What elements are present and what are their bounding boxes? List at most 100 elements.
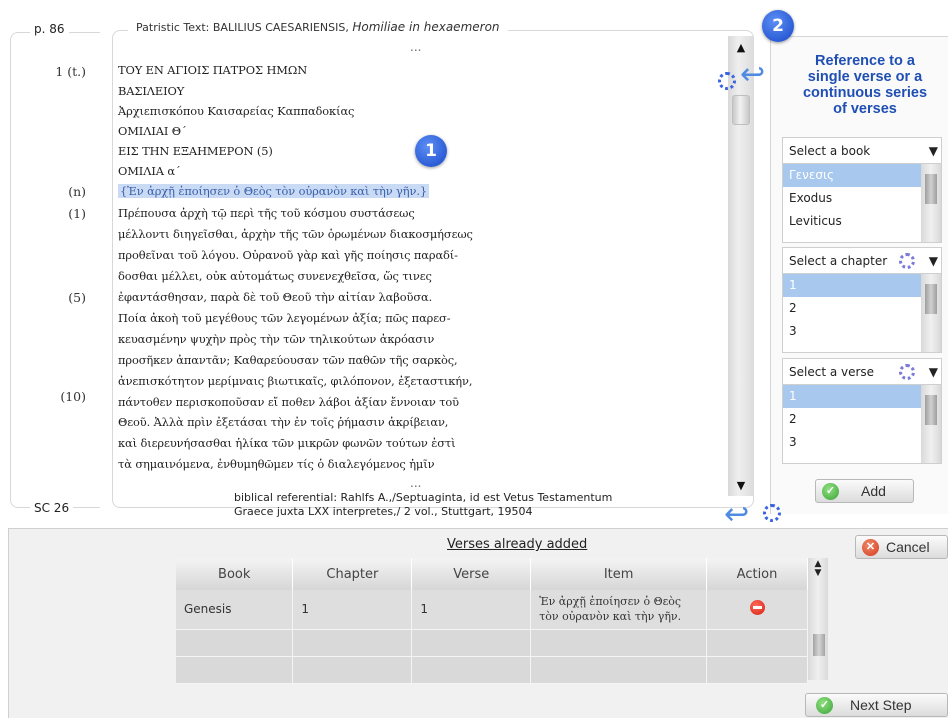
- book-option[interactable]: Exodus: [783, 187, 921, 210]
- column-header-book[interactable]: Book: [176, 558, 294, 590]
- item-line-1: Ἐν ἀρχῇ ἐποίησεν ὁ Θεὸς: [539, 595, 682, 609]
- next-step-label: Next Step: [850, 697, 912, 713]
- book-select[interactable]: Select a book ▼ Γενεσις Exodus Leviticus: [782, 137, 942, 243]
- sc-reference: SC 26: [30, 501, 74, 515]
- text-line[interactable]: ΒΑΣΙΛΕΙΟΥ: [118, 84, 184, 98]
- text-line[interactable]: ἐφαντάσθησαν, παρὰ δὲ τοῦ Θεοῦ τὴν αἰτία…: [118, 290, 432, 304]
- table-row-empty: [176, 656, 808, 684]
- selected-verse-text[interactable]: {Ἐν ἀρχῇ ἐποίησεν ὁ Θεὸς τὸν οὐρανὸν καὶ…: [118, 184, 429, 198]
- book-option[interactable]: Leviticus: [783, 210, 921, 233]
- scroll-up-arrow-icon[interactable]: ▲: [728, 38, 754, 58]
- remove-icon[interactable]: [749, 600, 765, 616]
- verse-list-scroll-thumb[interactable]: [925, 395, 937, 425]
- verse-option[interactable]: 2: [783, 408, 921, 431]
- biblical-referential: biblical referential: Rahlfs A.,/Septuag…: [234, 491, 612, 519]
- line-ref-title: 1 (t.): [55, 64, 86, 79]
- reference-title-line: continuous series: [802, 85, 928, 101]
- text-line[interactable]: μέλλοντι διηγεῖσθαι, ἀρχὴν τῆς τῶν ὁρωμέ…: [118, 227, 473, 241]
- cancel-button[interactable]: ✕ Cancel: [855, 535, 948, 559]
- next-step-button[interactable]: ✓ Next Step: [805, 693, 948, 717]
- table-header-row: Book Chapter Verse Item Action: [176, 558, 808, 590]
- line-ref-1: (1): [68, 206, 86, 221]
- text-line[interactable]: τὰ σημαινόμενα, ἐνθυμηθῶμεν τίς ὁ διαλεγ…: [118, 457, 435, 471]
- text-line[interactable]: ΟΜΙΛΙΑΙ Θ΄: [118, 124, 187, 138]
- text-line[interactable]: δοσθαι μέλλει, οὐκ αὐτομάτως συνενεχθεῖσ…: [118, 269, 432, 283]
- sort-arrows-icon[interactable]: ▲ ▼: [810, 560, 826, 578]
- ellipsis-top: ...: [410, 40, 422, 54]
- cell-book: Genesis: [176, 590, 294, 630]
- check-icon: ✓: [816, 697, 833, 714]
- line-ref-5: (5): [68, 290, 86, 305]
- table-row[interactable]: Genesis 1 1 Ἐν ἀρχῇ ἐποίησεν ὁ Θεὸς τὸν …: [176, 590, 808, 630]
- book-option[interactable]: Γενεσις: [783, 164, 921, 187]
- curved-arrow-icon: ↩: [740, 57, 766, 92]
- cell-chapter: 1: [292, 590, 413, 630]
- author-name: BALILIUS CAESARIENSIS,: [212, 21, 349, 34]
- chapter-select-header[interactable]: Select a chapter ▼: [783, 248, 941, 274]
- book-select-header[interactable]: Select a book ▼: [783, 138, 941, 164]
- loading-spinner-icon: [763, 504, 781, 522]
- text-header-prefix: Patristic Text:: [136, 21, 210, 34]
- text-line[interactable]: Πρέπουσα ἀρχὴ τῷ περὶ τῆς τοῦ κόσμου συσ…: [118, 206, 415, 220]
- text-line[interactable]: ΕΙΣ ΤΗΝ ΕΞΑΗΜΕΡΟΝ (5): [118, 144, 273, 158]
- page-number: p. 86: [30, 22, 69, 36]
- cell-item: Ἐν ἀρχῇ ἐποίησεν ὁ Θεὸς τὸν οὐρανὸν καὶ …: [530, 590, 708, 630]
- added-verses-table: Book Chapter Verse Item Action Genesis 1…: [176, 558, 808, 684]
- text-line[interactable]: προθεῖναι τοῦ λόγου. Οὐρανοῦ γὰρ καὶ γῆς…: [118, 248, 458, 262]
- text-line[interactable]: καὶ διερευνήσασθαι ἡλίκα τῶν μικρῶν φωνῶ…: [118, 436, 456, 450]
- verse-select[interactable]: Select a verse ▼ 1 2 3: [782, 358, 942, 464]
- work-title: Homiliae in hexaemeron: [352, 20, 500, 34]
- chapter-option[interactable]: 3: [783, 320, 921, 343]
- column-header-verse[interactable]: Verse: [411, 558, 532, 590]
- line-ref-n: (n): [68, 184, 86, 199]
- text-line[interactable]: προσῆκεν ἀπαντᾶν; Καθαρεύουσαν τῶν παθῶν…: [118, 353, 458, 367]
- text-line[interactable]: Ἀρχιεπισκόπου Καισαρείας Καππαδοκίας: [118, 104, 354, 118]
- biblio-line-1: biblical referential: Rahlfs A.,/Septuag…: [234, 491, 613, 504]
- column-header-chapter[interactable]: Chapter: [292, 558, 413, 590]
- cell-action: [706, 590, 808, 630]
- verse-option[interactable]: 1: [783, 385, 921, 408]
- chapter-list-scrollbar[interactable]: [921, 274, 941, 352]
- book-list-scroll-thumb[interactable]: [925, 174, 937, 204]
- cancel-button-label: Cancel: [886, 539, 930, 555]
- line-reference-column: [10, 32, 100, 508]
- text-line[interactable]: ΤΟΥ ΕΝ ΑΓΙΟΙΣ ΠΑΤΡΟΣ ΗΜΩΝ: [118, 63, 307, 77]
- curved-arrow-icon: ↪: [724, 497, 750, 532]
- text-line[interactable]: κευασμένην ψυχὴν πρὸς τὴν τῶν τηλικούτων…: [118, 332, 434, 346]
- verse-option[interactable]: 3: [783, 431, 921, 454]
- text-line[interactable]: Θεοῦ. Ἀλλὰ πρὶν ἐξετάσαι τὴν ἐν τοῖς ῥήμ…: [118, 415, 448, 429]
- verse-list-scrollbar[interactable]: [921, 385, 941, 463]
- text-line[interactable]: ἀνεπισκότητον μερίμναις βιωτικαῖς, φιλόπ…: [118, 374, 472, 388]
- chapter-option[interactable]: 2: [783, 297, 921, 320]
- text-line[interactable]: Ποία ἀκοὴ τοῦ μεγέθους τῶν λεγομένων ἀξί…: [118, 311, 451, 325]
- loading-spinner-icon: [899, 364, 915, 380]
- check-icon: ✓: [822, 483, 839, 500]
- chapter-list-scroll-thumb[interactable]: [925, 284, 937, 314]
- item-line-2: τὸν οὐρανὸν καὶ τὴν γῆν.: [539, 610, 682, 624]
- loading-spinner-icon: [718, 72, 736, 90]
- chapter-option[interactable]: 1: [783, 274, 921, 297]
- dropdown-arrow-icon[interactable]: ▼: [929, 138, 938, 164]
- text-line[interactable]: ΟΜΙΛΙΑ α΄: [118, 164, 181, 178]
- book-list-scrollbar[interactable]: [921, 164, 941, 242]
- text-line[interactable]: πάντοθεν περισκοποῦσαν εἴ ποθεν λάβοι ἀξ…: [118, 395, 459, 409]
- cell-verse: 1: [411, 590, 532, 630]
- column-header-item[interactable]: Item: [530, 558, 708, 590]
- verses-added-title: Verses already added: [447, 537, 588, 552]
- ellipsis-bottom: ...: [410, 476, 422, 490]
- dropdown-arrow-icon[interactable]: ▼: [929, 248, 938, 274]
- text-header: Patristic Text: BALILIUS CAESARIENSIS, H…: [128, 20, 508, 34]
- dropdown-arrow-icon[interactable]: ▼: [929, 359, 938, 385]
- column-header-action[interactable]: Action: [706, 558, 808, 590]
- loading-spinner-icon: [899, 253, 915, 269]
- text-scroll-thumb[interactable]: [732, 95, 750, 125]
- scroll-down-arrow-icon[interactable]: ▼: [728, 476, 754, 496]
- add-button[interactable]: ✓ Add: [815, 479, 914, 503]
- verse-select-header[interactable]: Select a verse ▼: [783, 359, 941, 385]
- step-1-badge: 1: [415, 135, 447, 167]
- table-scroll-thumb[interactable]: [813, 634, 825, 656]
- chapter-select[interactable]: Select a chapter ▼ 1 2 3: [782, 247, 942, 353]
- biblio-line-2: Graece juxta LXX interpretes,/ 2 vol., S…: [234, 505, 533, 518]
- verse-select-label: Select a verse: [789, 365, 875, 379]
- book-select-label: Select a book: [789, 144, 871, 158]
